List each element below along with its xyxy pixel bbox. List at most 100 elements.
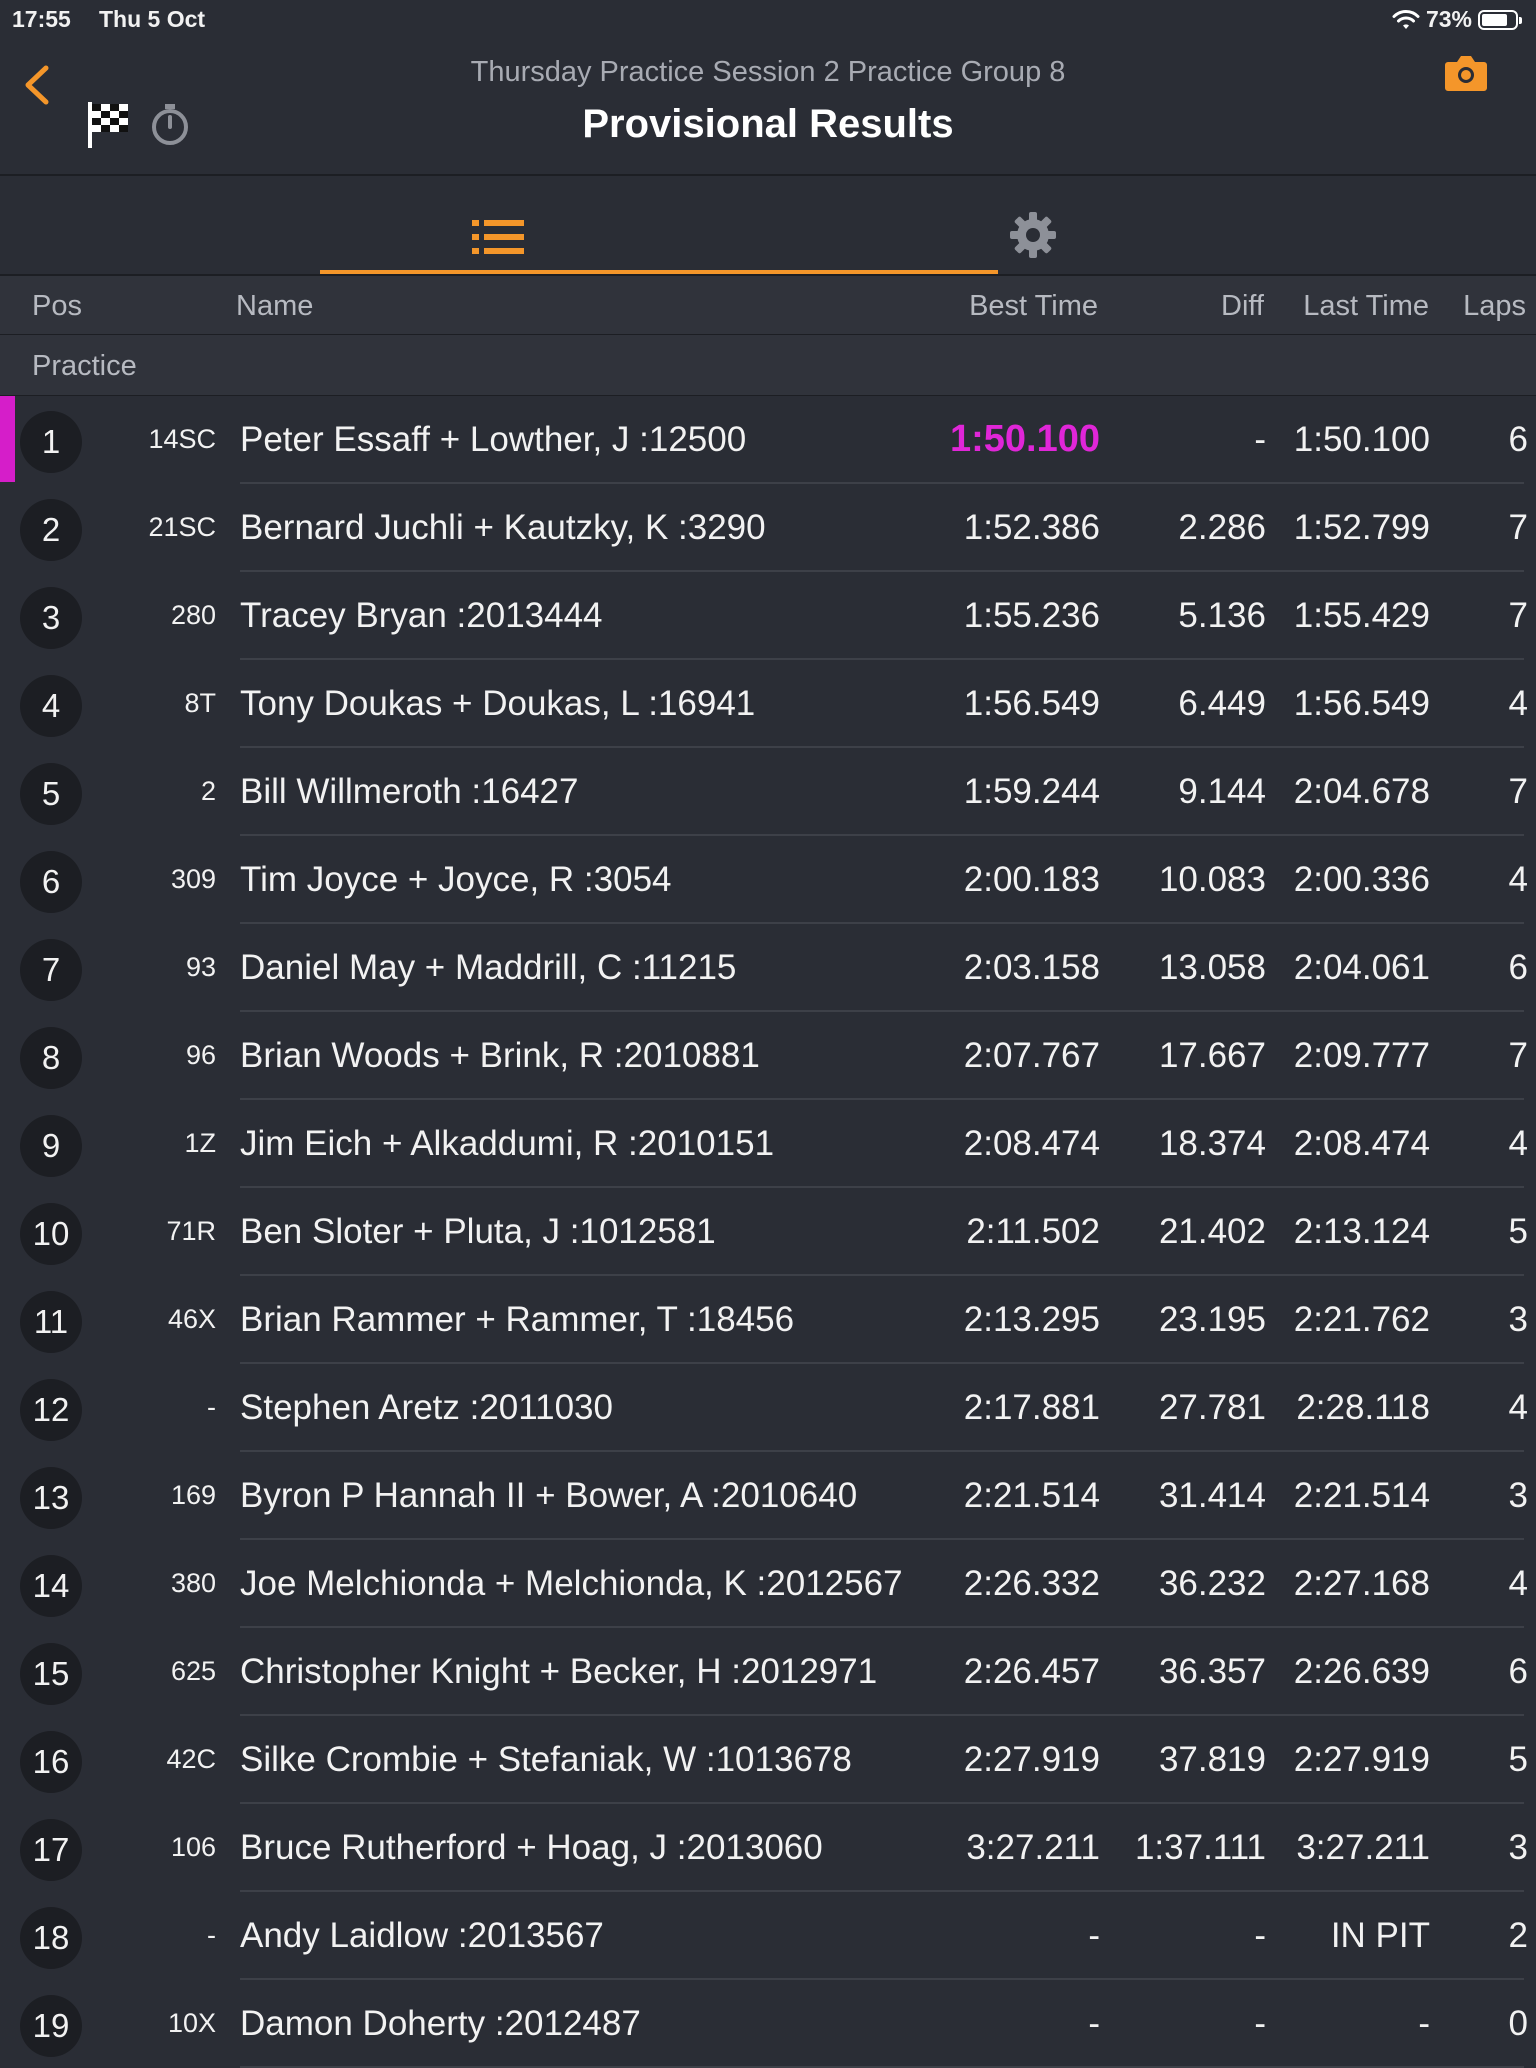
lap-count: 6 (1508, 420, 1528, 459)
table-row[interactable]: 12 - Stephen Aretz :2011030 2:17.881 27.781 2… (0, 1364, 1536, 1452)
lap-count: 5 (1508, 1212, 1528, 1251)
tab-bar (0, 176, 1536, 276)
lap-count: 3 (1508, 1476, 1528, 1515)
diff-time: - (1254, 2004, 1266, 2043)
table-row[interactable]: 15 625 Christopher Knight + Becker, H :201… (0, 1628, 1536, 1716)
table-row[interactable]: 4 8T Tony Doukas + Doukas, L :16941 1:56.54… (0, 660, 1536, 748)
wifi-icon (1392, 9, 1420, 29)
table-row[interactable]: 5 2 Bill Willmeroth :16427 1:59.244 9.144 2:0… (0, 748, 1536, 836)
camera-icon[interactable] (1444, 54, 1488, 97)
last-time: 2:21.514 (1293, 1476, 1430, 1515)
lap-count: 4 (1508, 860, 1528, 899)
table-row[interactable]: 2 21SC Bernard Juchli + Kautzky, K :3290 1:… (0, 484, 1536, 572)
driver-name: Tim Joyce + Joyce, R :3054 (240, 860, 672, 899)
lap-count: 7 (1508, 772, 1528, 811)
table-row[interactable]: 13 169 Byron P Hannah II + Bower, A :20106… (0, 1452, 1536, 1540)
best-time: 1:59.244 (963, 772, 1100, 811)
lap-count: 7 (1508, 508, 1528, 547)
best-time: 2:26.457 (963, 1652, 1100, 1691)
col-last-time[interactable]: Last Time (1303, 290, 1429, 323)
table-row[interactable]: 19 10X Damon Doherty :2012487- - -0 (0, 1980, 1536, 2068)
col-diff[interactable]: Diff (1221, 290, 1264, 323)
tab-results-list[interactable] (320, 176, 998, 274)
lap-count: 4 (1508, 1388, 1528, 1427)
status-bar: 17:55 Thu 5 Oct 73% (0, 0, 1536, 40)
last-time: 2:04.678 (1293, 772, 1430, 811)
driver-name: Joe Melchionda + Melchionda, K :2012567 (240, 1564, 903, 1603)
best-time: 2:07.767 (963, 1036, 1100, 1075)
position-badge: 11 (20, 1291, 82, 1353)
col-best-time[interactable]: Best Time (969, 290, 1098, 323)
tab-settings[interactable] (1010, 176, 1058, 274)
driver-name: Andy Laidlow :2013567 (240, 1916, 604, 1955)
fastest-marker (0, 396, 15, 482)
table-row[interactable]: 18- Andy Laidlow :2013567- - IN PIT 2 (0, 1892, 1536, 1980)
lap-count: 4 (1508, 1564, 1528, 1603)
best-time: - (1088, 2004, 1100, 2043)
driver-name: Bernard Juchli + Kautzky, K :3290 (240, 508, 766, 547)
car-number: 14SC (148, 424, 216, 454)
driver-name: Christopher Knight + Becker, H :2012971 (240, 1652, 878, 1691)
session-subtitle: Thursday Practice Session 2 Practice Gro… (470, 56, 1066, 88)
diff-time: - (1254, 1916, 1266, 1955)
car-number: 2 (200, 776, 216, 806)
position-badge: 6 (20, 851, 82, 913)
car-number: 380 (170, 1568, 216, 1598)
table-row[interactable]: 7 93 Daniel May + Maddrill, C :11215 2:03.1… (0, 924, 1536, 1012)
last-time: 1:50.100 (1293, 420, 1430, 459)
driver-name: Ben Sloter + Pluta, J :1012581 (240, 1212, 716, 1251)
lap-count: 3 (1508, 1300, 1528, 1339)
diff-time: 10.083 (1158, 860, 1266, 899)
results-list: 1 14SC Peter Essaff + Lowther, J :12500 1:5… (0, 396, 1536, 2068)
diff-time: 23.195 (1158, 1300, 1266, 1339)
car-number: 46X (167, 1304, 216, 1334)
table-row[interactable]: 11 46X Brian Rammer + Rammer, T :18456 2:13… (0, 1276, 1536, 1364)
gear-icon (1010, 212, 1056, 258)
table-row[interactable]: 17 106 Bruce Rutherford + Hoag, J :2013060… (0, 1804, 1536, 1892)
position-badge: 9 (20, 1115, 82, 1177)
col-name[interactable]: Name (236, 290, 313, 323)
col-pos[interactable]: Pos (32, 290, 82, 323)
best-time: 2:11.502 (966, 1212, 1100, 1251)
position-badge: 17 (20, 1819, 82, 1881)
driver-name: Damon Doherty :2012487 (240, 2004, 641, 2043)
best-time: 1:55.236 (963, 596, 1100, 635)
driver-name: Daniel May + Maddrill, C :11215 (240, 948, 737, 987)
driver-name: Peter Essaff + Lowther, J :12500 (240, 420, 747, 459)
driver-name: Byron P Hannah II + Bower, A :2010640 (240, 1476, 858, 1515)
last-time: 2:27.168 (1293, 1564, 1430, 1603)
position-badge: 1 (20, 411, 82, 473)
section-title: Practice (32, 350, 137, 382)
driver-name: Brian Rammer + Rammer, T :18456 (240, 1300, 795, 1339)
last-time: 2:21.762 (1293, 1300, 1430, 1339)
last-time: 1:55.429 (1293, 596, 1430, 635)
lap-count: 3 (1508, 1828, 1528, 1867)
position-badge: 3 (20, 587, 82, 649)
driver-name: Tracey Bryan :2013444 (240, 596, 603, 635)
car-number: - (207, 1920, 216, 1950)
car-number: 309 (170, 864, 216, 894)
diff-time: 6.449 (1178, 684, 1266, 723)
table-row[interactable]: 9 1Z Jim Eich + Alkaddumi, R :2010151 2:08.… (0, 1100, 1536, 1188)
best-time: 2:00.183 (963, 860, 1100, 899)
navigation-bar: Thursday Practice Session 2 Practice Gro… (0, 40, 1536, 176)
table-row[interactable]: 1 14SC Peter Essaff + Lowther, J :12500 1:5… (0, 396, 1536, 484)
diff-time: 17.667 (1158, 1036, 1266, 1075)
diff-time: 2.286 (1178, 508, 1266, 547)
table-row[interactable]: 10 71R Ben Sloter + Pluta, J :1012581 2:11.… (0, 1188, 1536, 1276)
status-right: 73% (1392, 6, 1522, 33)
diff-time: 18.374 (1158, 1124, 1266, 1163)
position-badge: 12 (20, 1379, 82, 1441)
table-row[interactable]: 16 42C Silke Crombie + Stefaniak, W :10136… (0, 1716, 1536, 1804)
position-badge: 5 (20, 763, 82, 825)
table-row[interactable]: 14 380 Joe Melchionda + Melchionda, K :201… (0, 1540, 1536, 1628)
driver-name: Bruce Rutherford + Hoag, J :2013060 (240, 1828, 823, 1867)
last-time: 2:08.474 (1293, 1124, 1430, 1163)
table-row[interactable]: 3 280 Tracey Bryan :2013444 1:55.236 5.136 1:… (0, 572, 1536, 660)
diff-time: 5.136 (1178, 596, 1266, 635)
col-laps[interactable]: Laps (1463, 290, 1526, 323)
diff-time: - (1254, 420, 1266, 459)
table-row[interactable]: 6 309 Tim Joyce + Joyce, R :3054 2:00.183 10… (0, 836, 1536, 924)
table-row[interactable]: 8 96 Brian Woods + Brink, R :2010881 2:07.7… (0, 1012, 1536, 1100)
best-time: 1:50.100 (949, 418, 1100, 460)
